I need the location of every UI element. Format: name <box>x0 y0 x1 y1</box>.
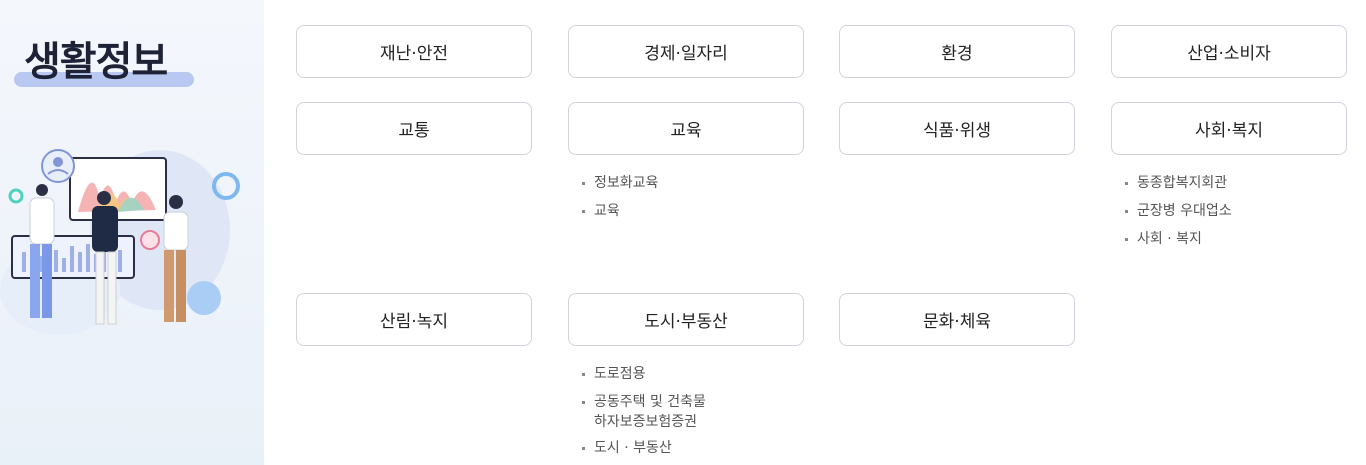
list-item[interactable]: 사회 · 복지 <box>1125 229 1232 249</box>
sidebar-title: 생활정보 <box>24 39 168 85</box>
category-label: 식품·위생 <box>923 121 991 141</box>
category-label: 사회·복지 <box>1195 121 1263 141</box>
sidebar-panel: 생활정보 <box>0 0 264 465</box>
category-label: 도시·부동산 <box>644 312 728 332</box>
category-environment[interactable]: 환경 <box>839 25 1075 78</box>
sublist-link[interactable]: 도로점용 <box>594 366 646 382</box>
category-urban-realestate[interactable]: 도시·부동산 <box>568 293 804 346</box>
list-item[interactable]: 교육 <box>582 201 658 221</box>
category-education[interactable]: 교육 <box>568 102 804 155</box>
category-industry-consumer[interactable]: 산업·소비자 <box>1111 25 1347 78</box>
category-label: 환경 <box>941 44 973 64</box>
sublist-link[interactable]: 정보화교육 <box>594 175 658 191</box>
category-food-hygiene[interactable]: 식품·위생 <box>839 102 1075 155</box>
category-label: 교육 <box>670 121 702 141</box>
sublist-link[interactable]: 교육 <box>594 203 620 219</box>
category-label: 산림·녹지 <box>380 312 448 332</box>
list-item[interactable]: 도시 · 부동산 <box>582 438 706 458</box>
category-label: 재난·안전 <box>380 44 448 64</box>
list-item[interactable]: 공동주택 및 건축물 하자보증보험증권 <box>582 392 706 432</box>
category-social-welfare[interactable]: 사회·복지 <box>1111 102 1347 155</box>
category-forest-green[interactable]: 산림·녹지 <box>296 293 532 346</box>
education-sublist: 정보화교육 교육 <box>582 173 658 229</box>
sublist-link[interactable]: 군장병 우대업소 <box>1137 203 1232 219</box>
category-traffic[interactable]: 교통 <box>296 102 532 155</box>
sidebar-title-block: 생활정보 <box>14 38 198 90</box>
category-culture-sports[interactable]: 문화·체육 <box>839 293 1075 346</box>
sublist-link[interactable]: 공동주택 및 건축물 하자보증보험증권 <box>594 394 706 430</box>
category-economy-jobs[interactable]: 경제·일자리 <box>568 25 804 78</box>
list-item[interactable]: 도로점용 <box>582 364 706 384</box>
urban-realestate-sublist: 도로점용 공동주택 및 건축물 하자보증보험증권 도시 · 부동산 <box>582 364 706 465</box>
category-disaster-safety[interactable]: 재난·안전 <box>296 25 532 78</box>
category-label: 문화·체육 <box>923 312 991 332</box>
data-analysis-illustration <box>0 149 240 335</box>
social-welfare-sublist: 동종합복지회관 군장병 우대업소 사회 · 복지 <box>1125 173 1232 257</box>
life-info-page: 생활정보 재난·안전 경제·일자리 환경 산업·소비자 교통 교육 식품·위생 … <box>0 0 1366 465</box>
list-item[interactable]: 군장병 우대업소 <box>1125 201 1232 221</box>
sublist-link[interactable]: 동종합복지회관 <box>1137 175 1227 191</box>
category-label: 경제·일자리 <box>644 44 728 64</box>
category-label: 산업·소비자 <box>1187 44 1271 64</box>
sublist-link[interactable]: 사회 · 복지 <box>1137 231 1202 247</box>
sublist-link[interactable]: 도시 · 부동산 <box>594 440 672 456</box>
list-item[interactable]: 동종합복지회관 <box>1125 173 1232 193</box>
category-label: 교통 <box>398 121 430 141</box>
list-item[interactable]: 정보화교육 <box>582 173 658 193</box>
